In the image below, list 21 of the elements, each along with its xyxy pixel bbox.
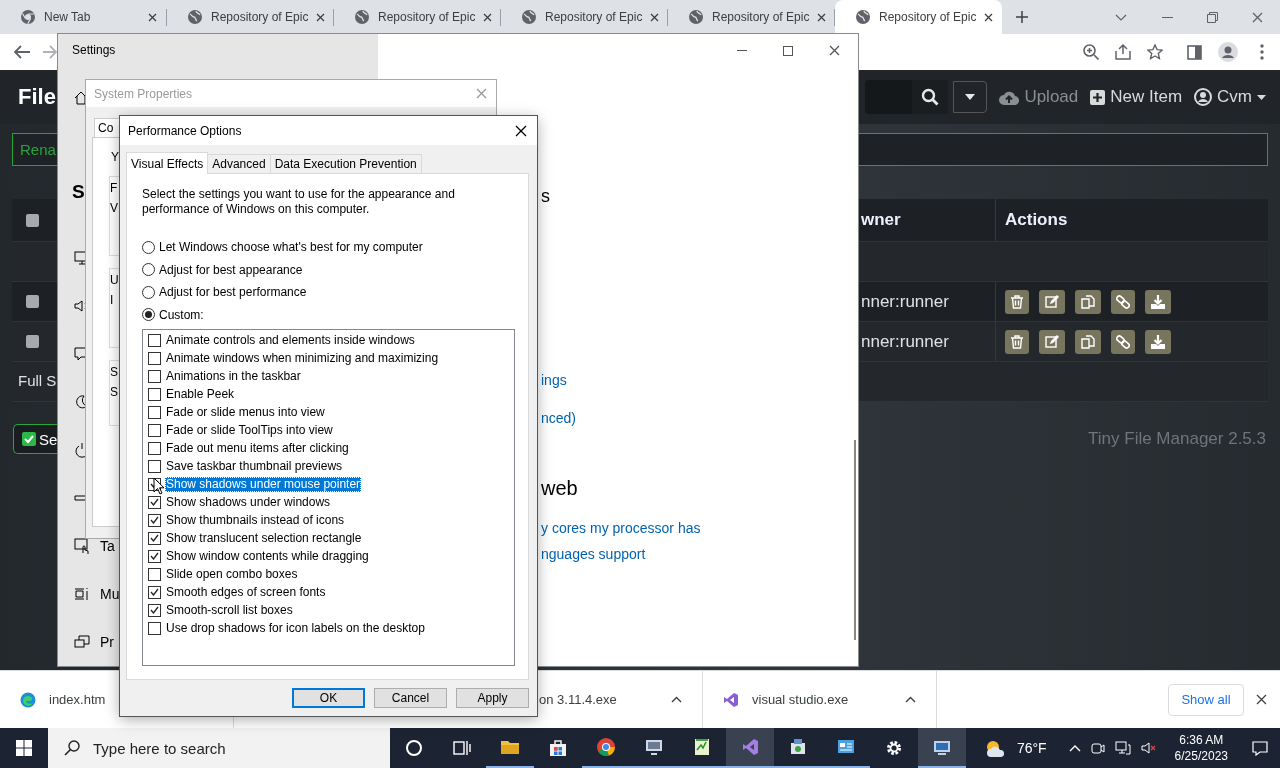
column-header: Actions: [995, 199, 1268, 241]
group-text: S: [110, 385, 118, 399]
group-text: S: [110, 365, 118, 379]
section-heading: S: [72, 181, 85, 205]
group-text: V: [110, 201, 118, 215]
group-text: F: [110, 181, 118, 195]
section-heading: web: [541, 477, 578, 500]
summary-text: Full S: [18, 372, 57, 389]
window-title: Settings: [72, 42, 117, 60]
description-text: Select the settings you want to use for the appearance and performance of Windows on this computer.: [142, 187, 456, 217]
placeholder-text: Type here to search: [93, 739, 226, 757]
intro-text: Y: [111, 150, 119, 164]
column-header: wner: [860, 210, 902, 230]
table-cell-text: nner:runner: [860, 331, 950, 352]
group-text: U: [110, 273, 119, 287]
version-text: Tiny File Manager 2.5.3: [1088, 429, 1266, 449]
window-title: System Properties: [94, 86, 193, 101]
table-cell-text: nner:runner: [860, 291, 950, 312]
group-text: I: [110, 293, 114, 307]
section-heading: s: [541, 186, 550, 207]
brand-title: File: [18, 84, 56, 110]
